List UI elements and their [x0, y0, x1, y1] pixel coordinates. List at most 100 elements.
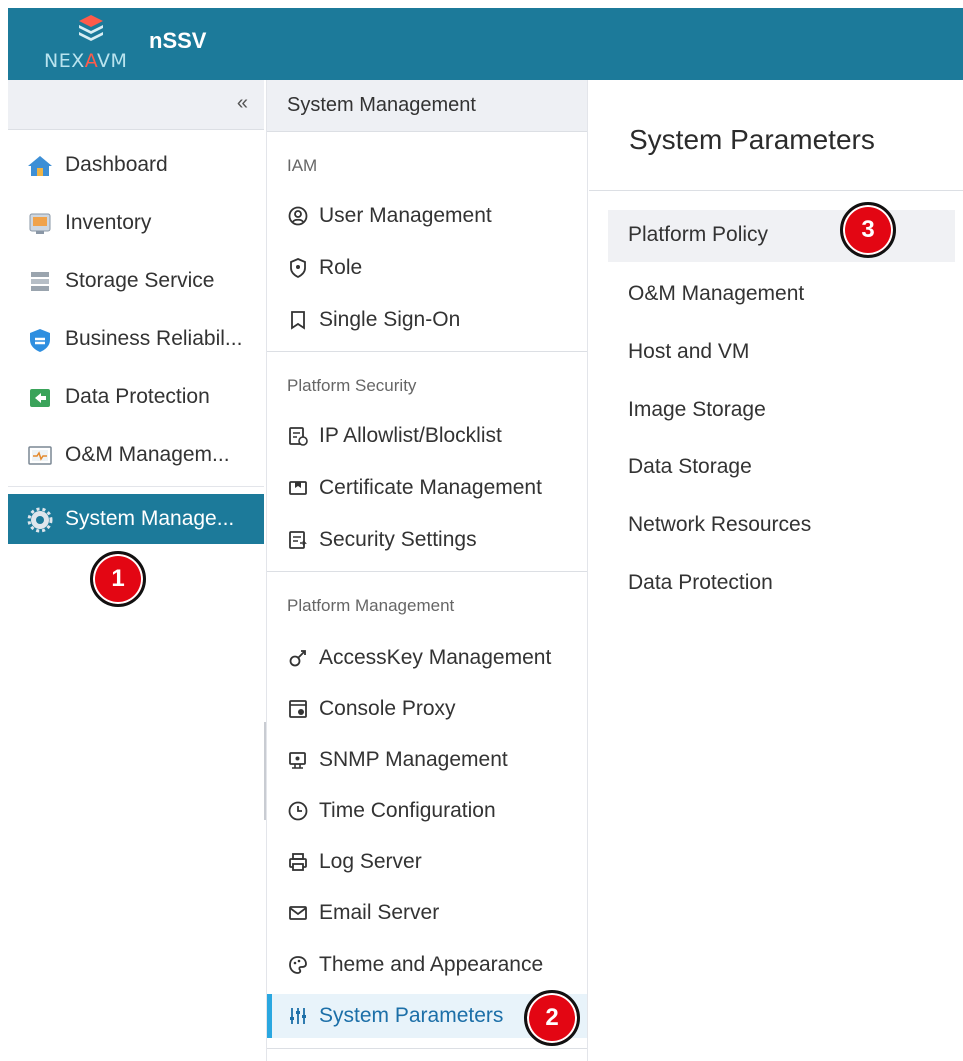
- submenu-item-snmp-management[interactable]: SNMP Management: [267, 738, 587, 782]
- submenu-item-label: System Parameters: [319, 1004, 504, 1027]
- snmp-icon: [289, 752, 306, 769]
- user-circle-icon: [288, 206, 308, 226]
- sidebar-item-system-management[interactable]: System Manage...: [8, 494, 264, 544]
- sidebar-item-storage-service[interactable]: Storage Service: [8, 256, 264, 306]
- group-title-platform-security: Platform Security: [287, 376, 417, 395]
- page-title: System Parameters: [629, 124, 875, 155]
- clock-icon: [288, 801, 308, 821]
- sidebar-item-label: Dashboard: [65, 153, 168, 176]
- submenu-item-single-sign-on[interactable]: Single Sign-On: [267, 298, 587, 342]
- data-protection-icon: [30, 389, 50, 407]
- collapse-icon[interactable]: «: [237, 92, 248, 115]
- sidebar-item-label: Business Reliabil...: [65, 327, 243, 350]
- shield-icon: [30, 329, 50, 352]
- sliders-icon: [290, 1008, 306, 1024]
- submenu-item-label: IP Allowlist/Blocklist: [319, 424, 502, 447]
- submenu-title: System Management: [287, 94, 476, 116]
- submenu-item-label: User Management: [319, 204, 492, 227]
- monitor-icon: [28, 446, 52, 465]
- param-category-label: Data Storage: [628, 455, 752, 478]
- submenu-item-accesskey-management[interactable]: AccessKey Management: [267, 636, 587, 680]
- submenu-item-label: AccessKey Management: [319, 646, 552, 669]
- role-shield-icon: [290, 258, 306, 279]
- param-category-label: Data Protection: [628, 571, 773, 594]
- content-panel: System Parameters Platform Policy O&M Ma…: [589, 80, 963, 1061]
- certificate-icon: [289, 481, 307, 495]
- mail-icon: [289, 906, 307, 920]
- group-title-platform-management: Platform Management: [287, 596, 455, 615]
- param-category-platform-policy[interactable]: Platform Policy: [608, 210, 955, 262]
- submenu-item-console-proxy[interactable]: Console Proxy: [267, 687, 587, 731]
- group-separator: [267, 351, 587, 352]
- logo[interactable]: NEXAVM: [44, 14, 144, 76]
- submenu-item-log-server[interactable]: Log Server: [267, 840, 587, 884]
- group-separator: [267, 1048, 587, 1049]
- submenu-item-label: Role: [319, 256, 363, 279]
- submenu-item-label: Security Settings: [319, 528, 477, 551]
- list-check-icon: [289, 427, 308, 446]
- submenu-item-ip-allowlist[interactable]: IP Allowlist/Blocklist: [267, 414, 587, 458]
- layers-stack-icon: [79, 15, 103, 41]
- param-category-label: Platform Policy: [628, 223, 769, 246]
- sidebar-item-data-protection[interactable]: Data Protection: [8, 372, 264, 422]
- param-category-label: Host and VM: [628, 340, 750, 363]
- submenu-item-label: Time Configuration: [319, 799, 496, 822]
- palette-icon: [289, 956, 307, 974]
- step-badge-1: 1: [90, 551, 146, 607]
- sidebar-item-om-management[interactable]: O&M Managem...: [8, 430, 264, 480]
- submenu-item-label: Single Sign-On: [319, 308, 461, 331]
- submenu-item-security-settings[interactable]: Security Settings: [267, 518, 587, 562]
- home-icon: [28, 156, 52, 176]
- app-title: nSSV: [149, 28, 207, 53]
- submenu-item-email-server[interactable]: Email Server: [267, 891, 587, 935]
- settings-doc-icon: [289, 531, 307, 549]
- param-category-host-vm[interactable]: Host and VM: [608, 327, 955, 379]
- sidebar-item-label: O&M Managem...: [65, 443, 230, 466]
- sidebar-item-business-reliability[interactable]: Business Reliabil...: [8, 314, 264, 364]
- sidebar-item-dashboard[interactable]: Dashboard: [8, 140, 264, 190]
- top-bar: NEXAVM nSSV: [8, 8, 963, 80]
- param-category-data-storage[interactable]: Data Storage: [608, 442, 955, 494]
- param-category-label: Image Storage: [628, 398, 766, 421]
- submenu-header: System Management: [267, 80, 587, 132]
- sidebar-item-inventory[interactable]: Inventory: [8, 198, 264, 248]
- param-category-om-management[interactable]: O&M Management: [608, 269, 955, 321]
- submenu-item-role[interactable]: Role: [267, 246, 587, 290]
- key-icon: [289, 650, 306, 667]
- active-indicator: [267, 994, 272, 1038]
- storage-icon: [31, 272, 49, 291]
- sidebar-item-label: System Manage...: [65, 507, 235, 530]
- param-category-label: O&M Management: [628, 282, 805, 305]
- sidebar-item-label: Data Protection: [65, 385, 210, 408]
- submenu-item-label: Theme and Appearance: [319, 953, 544, 976]
- console-icon: [289, 700, 307, 718]
- logo-wordmark: NEXAVM: [44, 50, 128, 72]
- printer-icon: [289, 853, 307, 871]
- submenu-item-theme-appearance[interactable]: Theme and Appearance: [267, 943, 587, 987]
- param-category-data-protection[interactable]: Data Protection: [608, 558, 955, 610]
- sidebar-divider: [8, 486, 264, 487]
- param-category-network-resources[interactable]: Network Resources: [608, 500, 955, 552]
- sidebar-item-label: Storage Service: [65, 269, 215, 292]
- bookmark-icon: [291, 311, 305, 330]
- group-title-iam: IAM: [287, 156, 318, 175]
- submenu-panel: System Management IAM User Management Ro…: [266, 80, 588, 1061]
- submenu-item-label: Console Proxy: [319, 697, 456, 720]
- title-divider: [589, 190, 963, 191]
- gear-icon: [27, 507, 53, 533]
- inventory-icon: [29, 213, 51, 234]
- submenu-item-user-management[interactable]: User Management: [267, 194, 587, 238]
- submenu-item-label: Log Server: [319, 850, 422, 873]
- step-badge-2: 2: [524, 990, 580, 1046]
- param-category-label: Network Resources: [628, 513, 812, 536]
- submenu-item-label: Certificate Management: [319, 476, 542, 499]
- group-separator: [267, 571, 587, 572]
- submenu-item-certificate-management[interactable]: Certificate Management: [267, 466, 587, 510]
- sidebar-collapse-bar: «: [8, 80, 264, 130]
- sidebar-item-label: Inventory: [65, 211, 152, 234]
- submenu-item-label: SNMP Management: [319, 748, 508, 771]
- submenu-item-label: Email Server: [319, 901, 440, 924]
- param-category-image-storage[interactable]: Image Storage: [608, 385, 955, 437]
- step-badge-3: 3: [840, 202, 896, 258]
- submenu-item-time-configuration[interactable]: Time Configuration: [267, 789, 587, 833]
